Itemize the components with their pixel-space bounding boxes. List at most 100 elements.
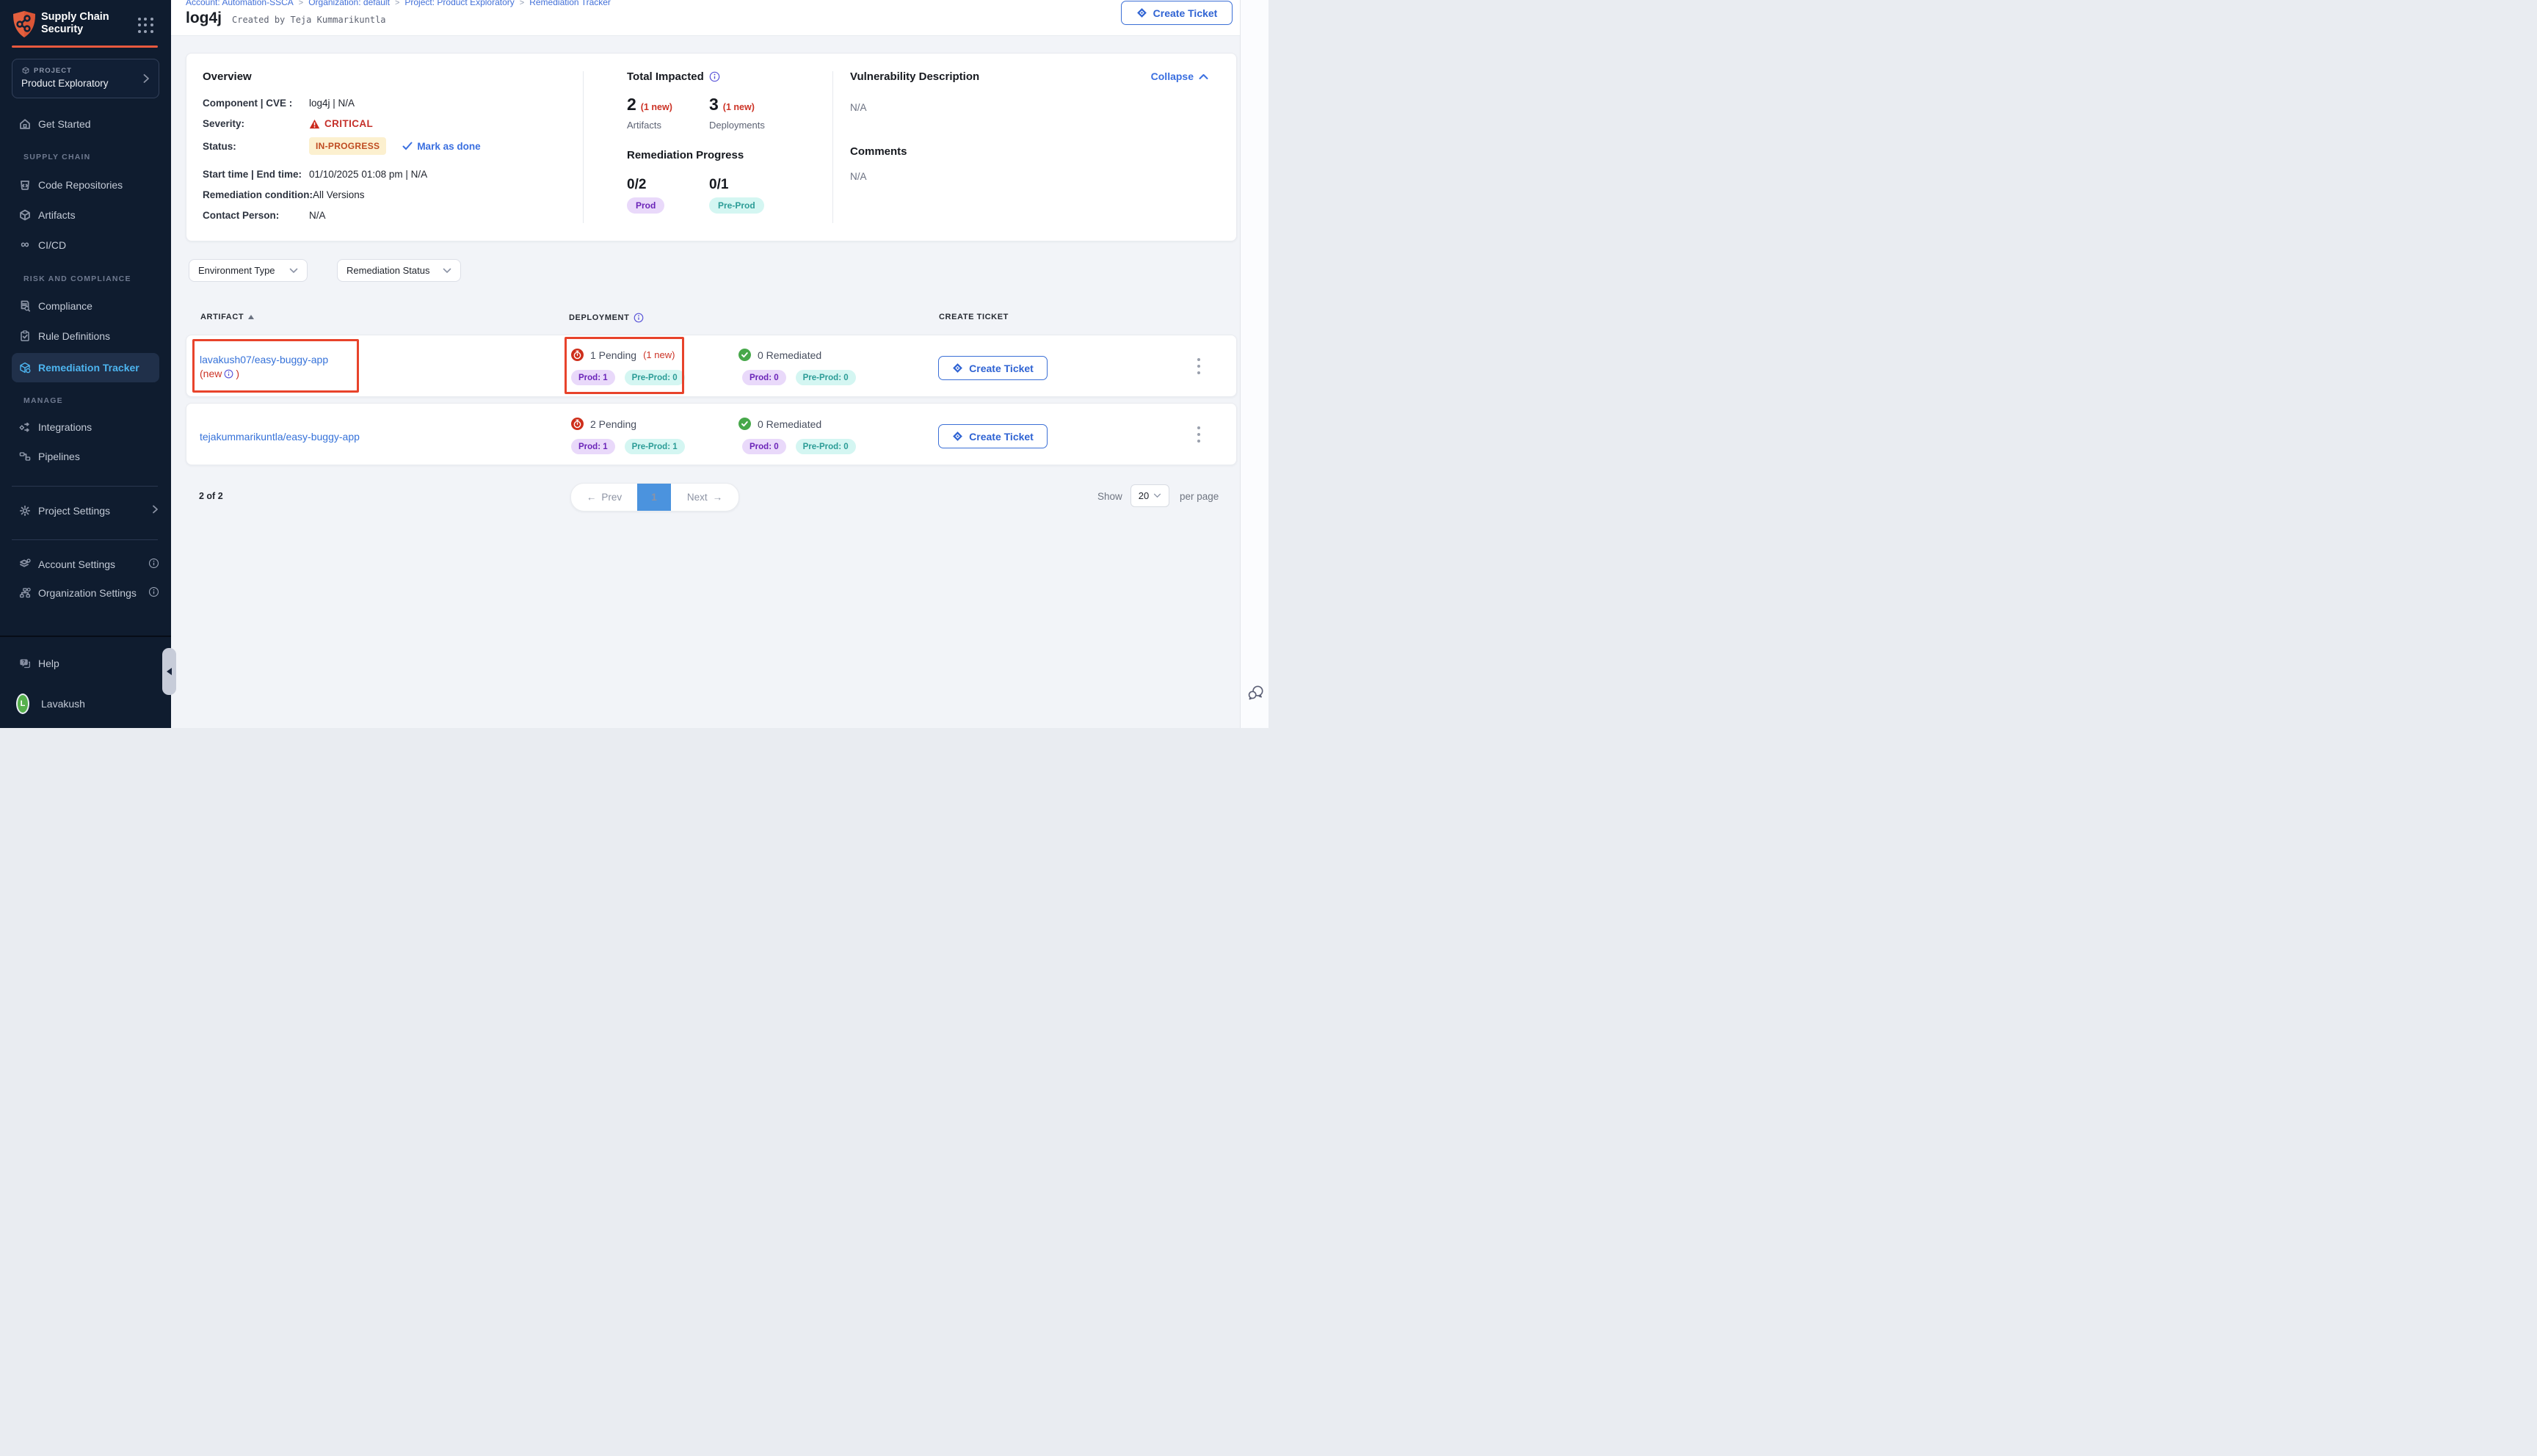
column-header-artifact[interactable]: ARTIFACT	[200, 313, 254, 321]
severity-row: Severity: CRITICAL	[203, 118, 373, 129]
remediation-tracker-icon	[18, 361, 32, 374]
help-chat-icon: ?	[18, 657, 32, 670]
breadcrumb-organization[interactable]: Organization: default	[308, 0, 390, 7]
sidebar-item-rule-definitions[interactable]: Rule Definitions	[0, 321, 171, 351]
info-icon[interactable]	[709, 71, 720, 82]
vulnerability-description-value: N/A	[850, 102, 867, 113]
remediated-check-icon	[738, 418, 751, 430]
status-row: Status: IN-PROGRESS Mark as done	[203, 137, 481, 155]
sidebar: Supply Chain Security PROJECT Product Ex…	[0, 0, 171, 728]
panel-divider	[832, 71, 833, 223]
remediation-tracker-page: Supply Chain Security PROJECT Product Ex…	[0, 0, 1268, 728]
chevron-left-icon	[167, 668, 172, 675]
row-menu-kebab-icon[interactable]	[1192, 424, 1205, 445]
breadcrumb-account[interactable]: Account: Automation-SSCA	[186, 0, 294, 7]
sidebar-item-cicd[interactable]: ∞ CI/CD	[0, 230, 171, 260]
chevron-up-icon	[1199, 73, 1208, 80]
prev-page-button[interactable]: ←Prev	[571, 484, 637, 511]
document-search-icon	[18, 299, 32, 313]
sidebar-item-compliance[interactable]: Compliance	[0, 291, 171, 321]
status-badge: IN-PROGRESS	[309, 137, 386, 155]
create-ticket-button-row[interactable]: Create Ticket	[938, 356, 1048, 380]
contact-row: Contact Person: N/A	[203, 210, 326, 221]
deployments-impacted: 3(1 new)	[709, 95, 755, 114]
infinity-icon: ∞	[18, 239, 32, 252]
pagination: ←Prev 1 Next→	[570, 483, 739, 512]
pipelines-icon	[18, 450, 32, 463]
support-chat-icon[interactable]	[1246, 684, 1265, 702]
sidebar-item-account-settings[interactable]: Account Settings	[0, 550, 171, 579]
row-menu-kebab-icon[interactable]	[1192, 356, 1205, 376]
mark-as-done-button[interactable]: Mark as done	[402, 141, 480, 152]
remediation-status-filter[interactable]: Remediation Status	[337, 259, 461, 282]
page-number-active[interactable]: 1	[637, 484, 671, 511]
page-size-select[interactable]: 20	[1130, 484, 1169, 507]
sidebar-divider	[12, 539, 158, 540]
sidebar-item-pipelines[interactable]: Pipelines	[0, 442, 171, 471]
breadcrumb-current[interactable]: Remediation Tracker	[529, 0, 611, 7]
check-icon	[402, 142, 413, 150]
table-row: lavakush07/easy-buggy-app (new ) 1 Pendi…	[186, 335, 1237, 397]
artifacts-impacted: 2(1 new)	[627, 95, 672, 114]
remediated-env-pills: Prod: 0 Pre-Prod: 0	[742, 370, 856, 385]
panel-divider	[583, 71, 584, 223]
breadcrumb-project[interactable]: Project: Product Exploratory	[404, 0, 514, 7]
info-icon	[148, 586, 159, 601]
project-selector[interactable]: PROJECT Product Exploratory	[12, 59, 159, 98]
overview-heading: Overview	[203, 70, 252, 83]
org-gear-icon	[18, 586, 32, 600]
cube-icon	[21, 66, 30, 75]
remediated-env-pills: Prod: 0 Pre-Prod: 0	[742, 439, 856, 454]
sidebar-user[interactable]: L Lavakush	[0, 689, 171, 718]
sidebar-item-get-started[interactable]: Get Started	[0, 109, 171, 139]
project-name: Product Exploratory	[21, 78, 109, 89]
app-switcher-icon[interactable]	[138, 18, 154, 34]
sidebar-item-integrations[interactable]: Integrations	[0, 412, 171, 442]
sidebar-item-artifacts[interactable]: Artifacts	[0, 200, 171, 230]
gear-icon	[18, 504, 32, 517]
chevron-down-icon	[443, 268, 451, 274]
brand-divider	[12, 46, 158, 48]
arrow-left-icon: ←	[587, 492, 597, 503]
annotation-box-deployment	[565, 337, 684, 394]
avatar: L	[16, 697, 29, 710]
severity-badge: CRITICAL	[309, 118, 373, 129]
sidebar-item-remediation-tracker[interactable]: Remediation Tracker	[12, 353, 159, 382]
sidebar-item-project-settings[interactable]: Project Settings	[0, 496, 171, 525]
info-icon[interactable]	[634, 313, 644, 323]
sidebar-collapse-handle[interactable]	[162, 648, 176, 695]
overview-panel: Overview Component | CVE : log4j | N/A S…	[186, 53, 1237, 241]
remediation-progress-heading: Remediation Progress	[627, 149, 744, 161]
layers-gear-icon	[18, 558, 32, 571]
sidebar-item-code-repositories[interactable]: Code Repositories	[0, 170, 171, 200]
comments-heading: Comments	[850, 145, 907, 158]
row-count: 2 of 2	[199, 491, 223, 501]
chevron-right-icon	[150, 504, 159, 518]
sidebar-item-organization-settings[interactable]: Organization Settings	[0, 578, 171, 608]
remediated-status: 0 Remediated	[738, 418, 821, 430]
arrow-right-icon: →	[713, 492, 723, 503]
component-row: Component | CVE : log4j | N/A	[203, 98, 355, 109]
artifact-link[interactable]: tejakummarikuntla/easy-buggy-app	[200, 430, 360, 444]
table-row: tejakummarikuntla/easy-buggy-app 2 Pendi…	[186, 403, 1237, 465]
create-ticket-button-header[interactable]: Create Ticket	[1121, 1, 1233, 25]
sidebar-item-help[interactable]: ? Help	[0, 649, 171, 678]
ticket-diamond-icon	[1136, 7, 1147, 18]
clipboard-check-icon	[18, 330, 32, 343]
annotation-box-artifact	[192, 339, 359, 393]
info-icon	[148, 558, 159, 572]
create-ticket-button-row[interactable]: Create Ticket	[938, 424, 1048, 448]
next-page-button[interactable]: Next→	[671, 484, 738, 511]
environment-type-filter[interactable]: Environment Type	[189, 259, 308, 282]
time-row: Start time | End time: 01/10/2025 01:08 …	[203, 169, 427, 180]
collapse-button[interactable]: Collapse	[1151, 70, 1208, 82]
svg-text:?: ?	[22, 659, 25, 665]
chevron-down-icon	[1153, 493, 1161, 498]
chevron-down-icon	[289, 268, 298, 274]
code-repository-icon	[18, 178, 32, 192]
ticket-diamond-icon	[952, 431, 963, 442]
remediated-status: 0 Remediated	[738, 349, 821, 361]
main-content: Account: Automation-SSCA>Organization: d…	[171, 0, 1240, 728]
preprod-progress-value: 0/1	[709, 177, 728, 193]
section-manage: MANAGE	[23, 396, 63, 408]
